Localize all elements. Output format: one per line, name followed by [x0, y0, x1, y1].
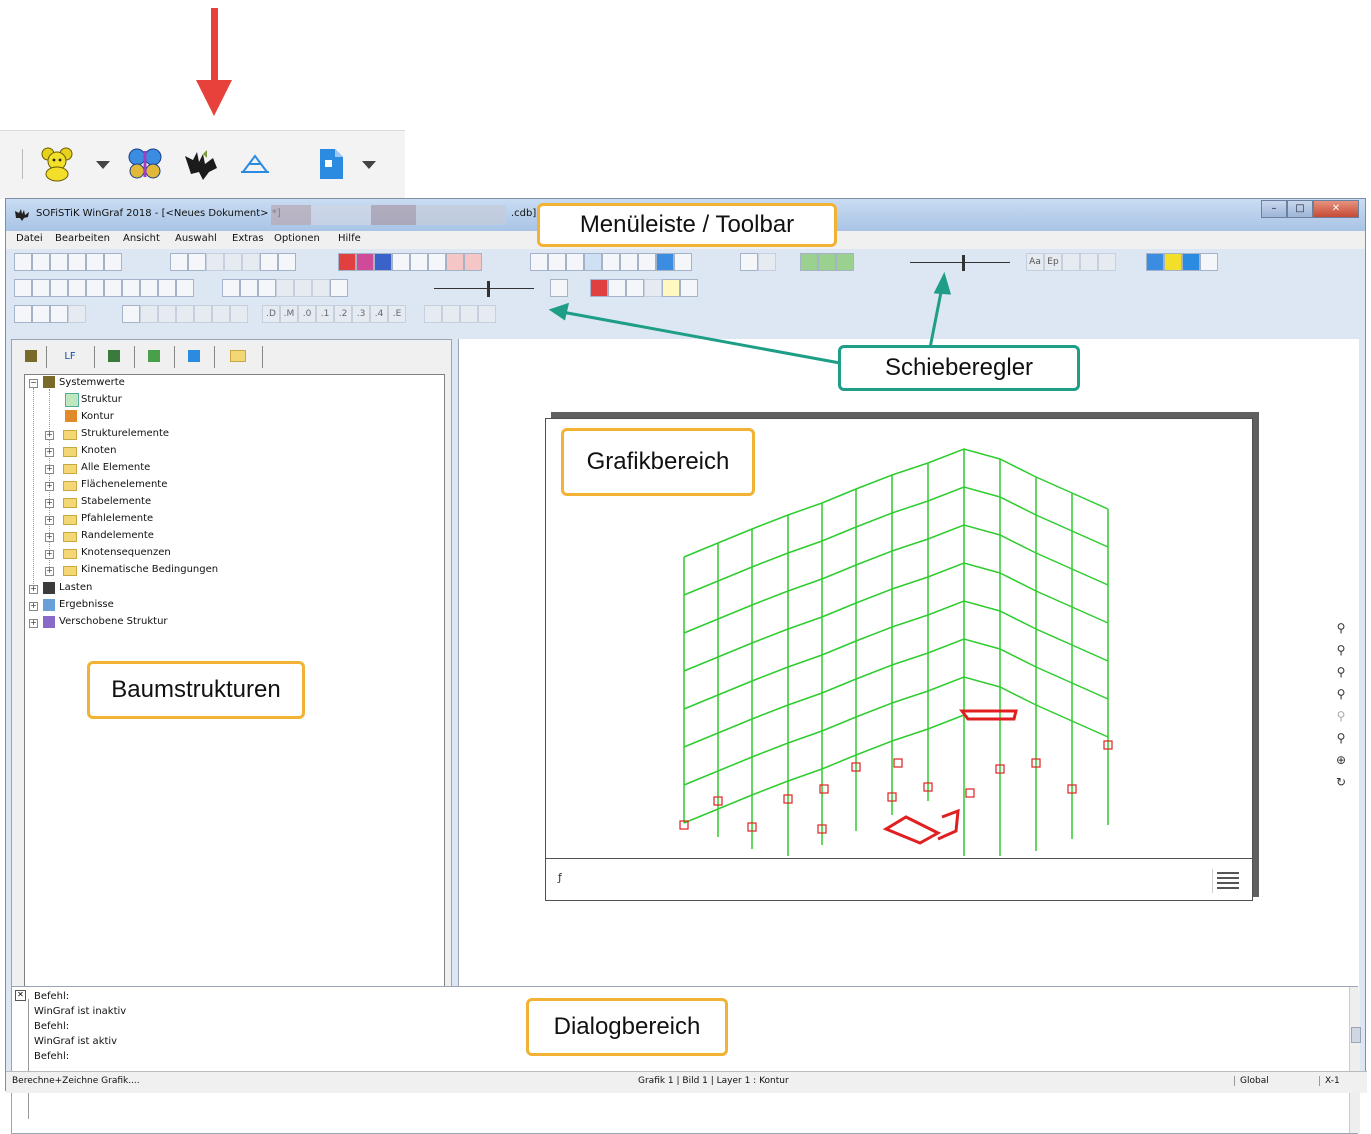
callout-graphic-area: Grafikbereich — [561, 428, 755, 496]
callout-tree: Baumstrukturen — [87, 661, 305, 719]
annotation-arrows — [548, 271, 952, 365]
callout-slider: Schieberegler — [838, 345, 1080, 391]
callout-dialog: Dialogbereich — [526, 998, 728, 1056]
callout-menu-toolbar: Menüleiste / Toolbar — [537, 203, 837, 247]
